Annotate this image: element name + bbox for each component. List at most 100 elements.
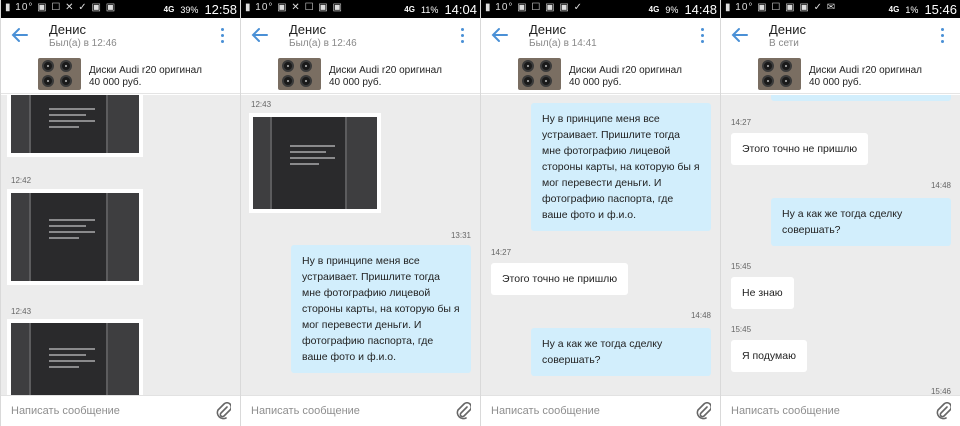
more-menu-icon[interactable] xyxy=(221,28,225,44)
paperclip-icon[interactable] xyxy=(695,402,711,420)
network-indicator: 4G xyxy=(888,5,900,14)
back-arrow-icon[interactable] xyxy=(9,24,31,46)
chat-screen-1: ▮ 10° ▣ ☐ ✕ ✓ ▣ ▣ 4G 39% 12:58 Денис Был… xyxy=(0,0,240,426)
message-input-bar: Написать сообщение xyxy=(1,395,240,426)
message-list[interactable]: 14:27 Этого точно не пришлю 14:48 Ну а к… xyxy=(721,95,960,395)
product-price: 40 000 руб. xyxy=(569,77,622,88)
product-card[interactable]: Диски Audi r20 оригинал 40 000 руб. xyxy=(1,54,240,94)
clock: 14:48 xyxy=(684,2,717,17)
back-arrow-icon[interactable] xyxy=(249,24,271,46)
product-thumbnail xyxy=(758,58,801,90)
battery-level: 9% xyxy=(665,5,679,15)
message-list[interactable]: 12:42 12:43 xyxy=(1,95,240,395)
message-timestamp: 12:42 xyxy=(11,176,32,185)
contact-status: В сети xyxy=(769,38,799,49)
incoming-message[interactable]: Этого точно не пришлю xyxy=(491,263,629,295)
battery-level: 11% xyxy=(421,5,439,15)
tire-photo[interactable] xyxy=(7,189,143,285)
network-indicator: 4G xyxy=(163,5,175,14)
contact-status: Был(а) в 12:46 xyxy=(49,38,117,49)
message-input-bar: Написать сообщение xyxy=(241,395,480,426)
network-indicator: 4G xyxy=(404,5,415,14)
product-price: 40 000 руб. xyxy=(89,77,142,88)
message-input[interactable]: Написать сообщение xyxy=(11,405,120,417)
message-input[interactable]: Написать сообщение xyxy=(491,405,600,417)
status-icons: ▮ 10° ▣ ☐ ✕ ✓ ▣ ▣ xyxy=(5,2,117,13)
product-card[interactable]: Диски Audi r20 оригинал 40 000 руб. xyxy=(241,54,480,94)
outgoing-message[interactable]: Ну а как же тогда сделку совершать? xyxy=(531,328,711,376)
message-timestamp: 12:43 xyxy=(11,307,32,316)
clock: 14:04 xyxy=(444,2,477,17)
product-price: 40 000 руб. xyxy=(329,77,382,88)
contact-name: Денис xyxy=(529,22,566,37)
product-title: Диски Audi r20 оригинал xyxy=(809,65,922,76)
status-icons: ▮ 10° ▣ ✕ ☐ ▣ ▣ xyxy=(245,2,343,13)
product-thumbnail xyxy=(518,58,561,90)
product-card[interactable]: Диски Audi r20 оригинал 40 000 руб. xyxy=(721,54,960,94)
tire-photo[interactable] xyxy=(249,113,381,213)
message-timestamp: 14:27 xyxy=(491,248,512,257)
message-list[interactable]: Ну в принципе меня все устраивает. Пришл… xyxy=(481,95,720,395)
status-icons: ▮ 10° ▣ ☐ ▣ ▣ ✓ xyxy=(485,2,583,13)
product-thumbnail xyxy=(278,58,321,90)
outgoing-message[interactable]: Ну в принципе меня все устраивает. Пришл… xyxy=(531,103,711,231)
chat-header: Денис Был(а) в 12:46 xyxy=(241,18,480,54)
product-thumbnail xyxy=(38,58,81,90)
status-bar: ▮ 10° ▣ ☐ ✕ ✓ ▣ ▣ 4G 39% 12:58 xyxy=(1,0,240,18)
chat-screen-4: ▮ 10° ▣ ☐ ▣ ▣ ✓ ✉ 4G 1% 15:46 Денис В се… xyxy=(720,0,960,426)
chat-screen-2: ▮ 10° ▣ ✕ ☐ ▣ ▣ 4G 11% 14:04 Денис Был(а… xyxy=(240,0,480,426)
status-bar: ▮ 10° ▣ ☐ ▣ ▣ ✓ ✉ 4G 1% 15:46 xyxy=(721,0,960,18)
message-timestamp: 15:45 xyxy=(731,325,752,334)
tire-photo[interactable] xyxy=(7,319,143,395)
incoming-message[interactable]: Я подумаю xyxy=(731,340,807,372)
paperclip-icon[interactable] xyxy=(935,402,951,420)
message-input-bar: Написать сообщение xyxy=(721,395,960,426)
product-price: 40 000 руб. xyxy=(809,77,862,88)
message-timestamp: 12:43 xyxy=(251,100,272,109)
status-icons: ▮ 10° ▣ ☐ ▣ ▣ ✓ ✉ xyxy=(725,2,837,13)
incoming-message[interactable]: Этого точно не пришлю xyxy=(731,133,869,165)
message-input[interactable]: Написать сообщение xyxy=(251,405,360,417)
outgoing-message[interactable]: Ну в принципе меня все устраивает. Пришл… xyxy=(291,245,471,373)
message-timestamp: 15:46 xyxy=(930,387,951,395)
contact-status: Был(а) в 14:41 xyxy=(529,38,597,49)
chat-header: Денис Был(а) в 12:46 xyxy=(1,18,240,54)
incoming-message[interactable]: Не знаю xyxy=(731,277,794,309)
back-arrow-icon[interactable] xyxy=(729,24,751,46)
message-input-bar: Написать сообщение xyxy=(481,395,720,426)
message-timestamp: 14:48 xyxy=(930,181,951,190)
contact-status: Был(а) в 12:46 xyxy=(289,38,357,49)
outgoing-message[interactable] xyxy=(771,95,951,101)
chat-header: Денис Был(а) в 14:41 xyxy=(481,18,720,54)
product-title: Диски Audi r20 оригинал xyxy=(569,65,682,76)
chat-screen-3: ▮ 10° ▣ ☐ ▣ ▣ ✓ 4G 9% 14:48 Денис Был(а)… xyxy=(480,0,720,426)
message-timestamp: 13:31 xyxy=(450,231,471,240)
chat-header: Денис В сети xyxy=(721,18,960,54)
message-timestamp: 15:45 xyxy=(731,262,752,271)
paperclip-icon[interactable] xyxy=(455,402,471,420)
status-bar: ▮ 10° ▣ ✕ ☐ ▣ ▣ 4G 11% 14:04 xyxy=(241,0,480,18)
more-menu-icon[interactable] xyxy=(941,28,945,44)
product-card[interactable]: Диски Audi r20 оригинал 40 000 руб. xyxy=(481,54,720,94)
message-input[interactable]: Написать сообщение xyxy=(731,405,840,417)
more-menu-icon[interactable] xyxy=(461,28,465,44)
contact-name: Денис xyxy=(49,22,86,37)
product-title: Диски Audi r20 оригинал xyxy=(89,65,202,76)
battery-level: 39% xyxy=(180,5,199,15)
status-bar: ▮ 10° ▣ ☐ ▣ ▣ ✓ 4G 9% 14:48 xyxy=(481,0,720,18)
outgoing-message[interactable]: Ну а как же тогда сделку совершать? xyxy=(771,198,951,246)
clock: 15:46 xyxy=(924,2,957,17)
message-timestamp: 14:48 xyxy=(690,311,711,320)
more-menu-icon[interactable] xyxy=(701,28,705,44)
tire-photo[interactable] xyxy=(7,95,143,157)
network-indicator: 4G xyxy=(648,5,660,14)
message-timestamp: 14:27 xyxy=(731,118,752,127)
back-arrow-icon[interactable] xyxy=(489,24,511,46)
product-title: Диски Audi r20 оригинал xyxy=(329,65,442,76)
paperclip-icon[interactable] xyxy=(215,402,231,420)
contact-name: Денис xyxy=(289,22,326,37)
message-list[interactable]: 12:43 13:31 Ну в принципе меня все устра… xyxy=(241,95,480,395)
contact-name: Денис xyxy=(769,22,806,37)
battery-level: 1% xyxy=(905,5,919,15)
clock: 12:58 xyxy=(204,2,237,17)
